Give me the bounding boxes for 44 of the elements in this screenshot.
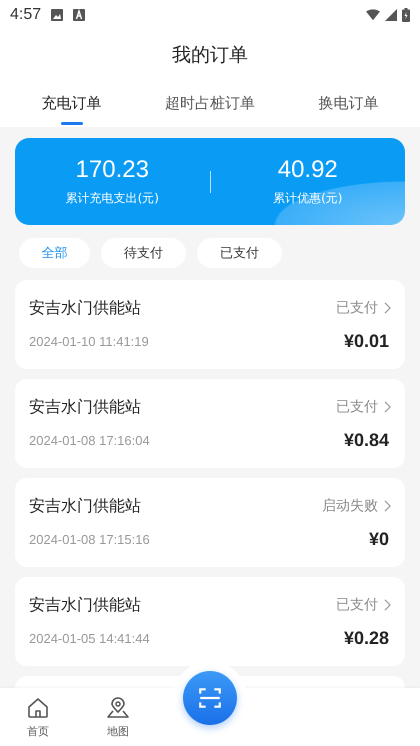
order-tab[interactable]: 充电订单 <box>38 88 106 127</box>
letter-icon <box>73 9 86 21</box>
page-title: 我的订单 <box>171 43 249 68</box>
wifi-icon <box>366 9 380 21</box>
map-pin-icon <box>106 696 130 720</box>
nav-item[interactable]: 首页 <box>10 688 66 746</box>
order-card[interactable]: 安吉水门供能站 已支付 2024-01-10 11:41:19 ¥0.01 <box>15 280 405 369</box>
signal-icon <box>384 9 398 21</box>
order-card[interactable]: 安吉水门供能站 已支付 2024-01-05 14:41:44 ¥0.28 <box>15 577 405 666</box>
order-amount: ¥0 <box>368 528 389 550</box>
order-time: 2024-01-08 17:15:16 <box>29 532 151 546</box>
order-amount: ¥0.84 <box>344 430 389 450</box>
summary-label: 累计充电支出(元) <box>66 190 159 207</box>
image-icon <box>51 9 64 21</box>
order-time: 2024-01-08 17:16:04 <box>29 432 151 448</box>
order-tab[interactable]: 超时占桩订单 <box>160 88 259 127</box>
order-status: 已支付 <box>336 596 378 614</box>
station-name: 安吉水门供能站 <box>29 298 142 318</box>
nav-item[interactable]: 地图 <box>90 688 146 746</box>
status-time: 4:57 <box>10 6 42 24</box>
order-amount: ¥0.01 <box>344 330 389 352</box>
order-tab[interactable]: 换电订单 <box>314 88 382 127</box>
order-amount: ¥0.28 <box>344 628 389 648</box>
chevron-icon <box>384 500 391 512</box>
order-card[interactable]: 安吉水门供能站 启动失败 2024-01-08 17:15:16 ¥0 <box>15 478 405 567</box>
battery-icon <box>402 8 410 22</box>
station-name: 安吉水门供能站 <box>29 496 142 516</box>
order-time: 2024-01-10 11:41:19 <box>29 334 150 348</box>
chevron-icon <box>384 599 391 611</box>
home-icon <box>26 696 50 720</box>
order-status: 已支付 <box>336 398 378 416</box>
chevron-icon <box>384 302 391 314</box>
order-card[interactable]: 安吉水门供能站 已支付 2024-01-08 17:16:04 ¥0.84 <box>15 379 405 468</box>
summary-value: 40.92 <box>278 156 338 184</box>
filter-chip[interactable]: 已支付 <box>197 238 282 268</box>
station-name: 安吉水门供能站 <box>29 396 142 418</box>
order-time: 2024-01-05 14:41:44 <box>29 630 151 646</box>
summary-label: 累计优惠(元) <box>273 190 342 207</box>
summary-value: 170.23 <box>76 156 149 184</box>
order-status: 启动失败 <box>322 497 378 515</box>
order-status: 已支付 <box>336 299 378 317</box>
filter-chip[interactable]: 待支付 <box>101 238 186 268</box>
station-name: 安吉水门供能站 <box>29 594 142 616</box>
chevron-icon <box>384 401 391 413</box>
